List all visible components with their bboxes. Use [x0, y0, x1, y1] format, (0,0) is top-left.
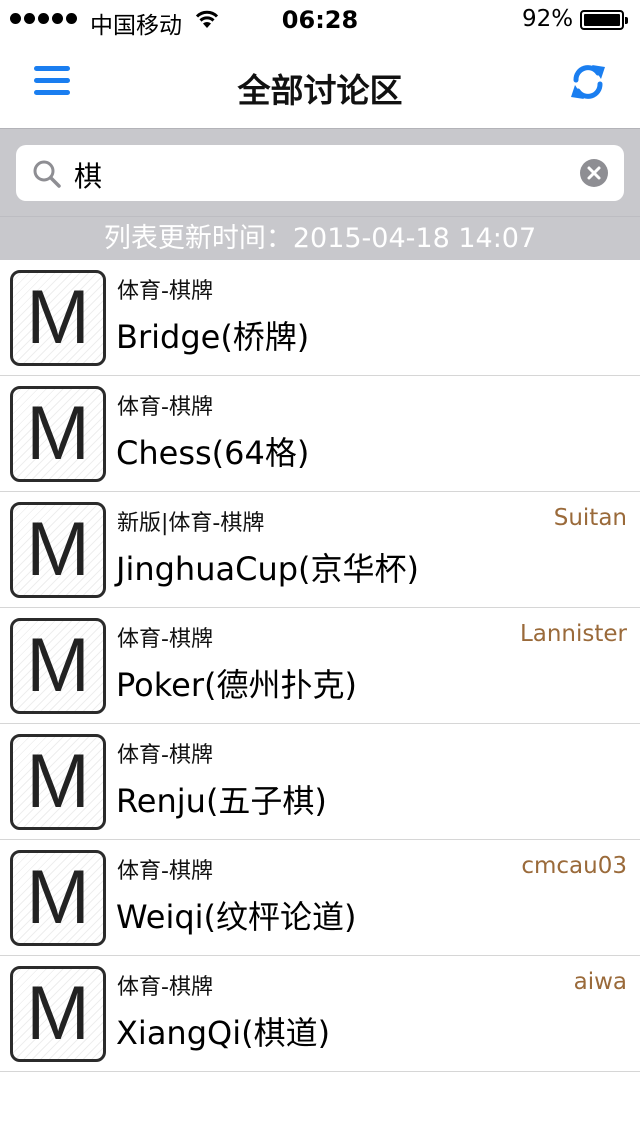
board-row[interactable]: M 体育-棋牌 Chess(64格)	[0, 376, 640, 492]
board-title: Weiqi(纹枰论道)	[116, 898, 357, 936]
board-title: Renju(五子棋)	[116, 782, 327, 820]
board-row[interactable]: M 体育-棋牌 Lannister Poker(德州扑克)	[0, 608, 640, 724]
board-icon: M	[10, 502, 106, 598]
status-bar: 中国移动 06:28 92%	[0, 0, 640, 40]
board-title: Poker(德州扑克)	[116, 666, 357, 704]
board-moderator: aiwa	[573, 969, 627, 995]
navigation-bar: 全部讨论区	[0, 40, 640, 128]
board-icon: M	[10, 270, 106, 366]
board-category: 体育-棋牌	[117, 627, 213, 652]
board-category: 体育-棋牌	[117, 743, 213, 768]
board-moderator: Lannister	[519, 621, 627, 647]
board-category: 体育-棋牌	[117, 975, 213, 1000]
page-title: 全部讨论区	[237, 71, 403, 110]
board-category: 体育-棋牌	[117, 279, 213, 304]
board-icon: M	[10, 850, 106, 946]
search-input[interactable]: 棋	[16, 145, 624, 201]
clear-search-icon[interactable]	[580, 159, 608, 187]
board-title: Chess(64格)	[116, 434, 310, 472]
board-moderator: Suitan	[553, 505, 627, 531]
board-icon: M	[10, 734, 106, 830]
board-category: 体育-棋牌	[117, 859, 213, 884]
search-icon	[33, 160, 61, 188]
battery-icon	[580, 10, 628, 30]
board-list: M 体育-棋牌 Bridge(桥牌) M 体育-棋牌 Chess(64格) M …	[0, 260, 640, 1072]
board-moderator: cmcau03	[521, 853, 627, 879]
board-row[interactable]: M 体育-棋牌 Renju(五子棋)	[0, 724, 640, 840]
search-query[interactable]: 棋	[74, 155, 102, 195]
board-category: 新版|体育-棋牌	[117, 511, 265, 536]
board-title: XiangQi(棋道)	[116, 1014, 331, 1052]
board-icon: M	[10, 618, 106, 714]
list-update-time: 列表更新时间：2015-04-18 14:07	[0, 216, 640, 260]
board-row[interactable]: M 体育-棋牌 cmcau03 Weiqi(纹枰论道)	[0, 840, 640, 956]
search-bar-area: 棋	[0, 128, 640, 216]
board-icon: M	[10, 966, 106, 1062]
refresh-icon[interactable]	[568, 62, 608, 102]
board-row[interactable]: M 体育-棋牌 aiwa XiangQi(棋道)	[0, 956, 640, 1072]
board-title: JinghuaCup(京华杯)	[116, 550, 420, 588]
board-icon: M	[10, 386, 106, 482]
battery-percentage: 92%	[522, 6, 574, 32]
board-row[interactable]: M 新版|体育-棋牌 Suitan JinghuaCup(京华杯)	[0, 492, 640, 608]
board-title: Bridge(桥牌)	[116, 318, 310, 356]
board-row[interactable]: M 体育-棋牌 Bridge(桥牌)	[0, 260, 640, 376]
board-category: 体育-棋牌	[117, 395, 213, 420]
